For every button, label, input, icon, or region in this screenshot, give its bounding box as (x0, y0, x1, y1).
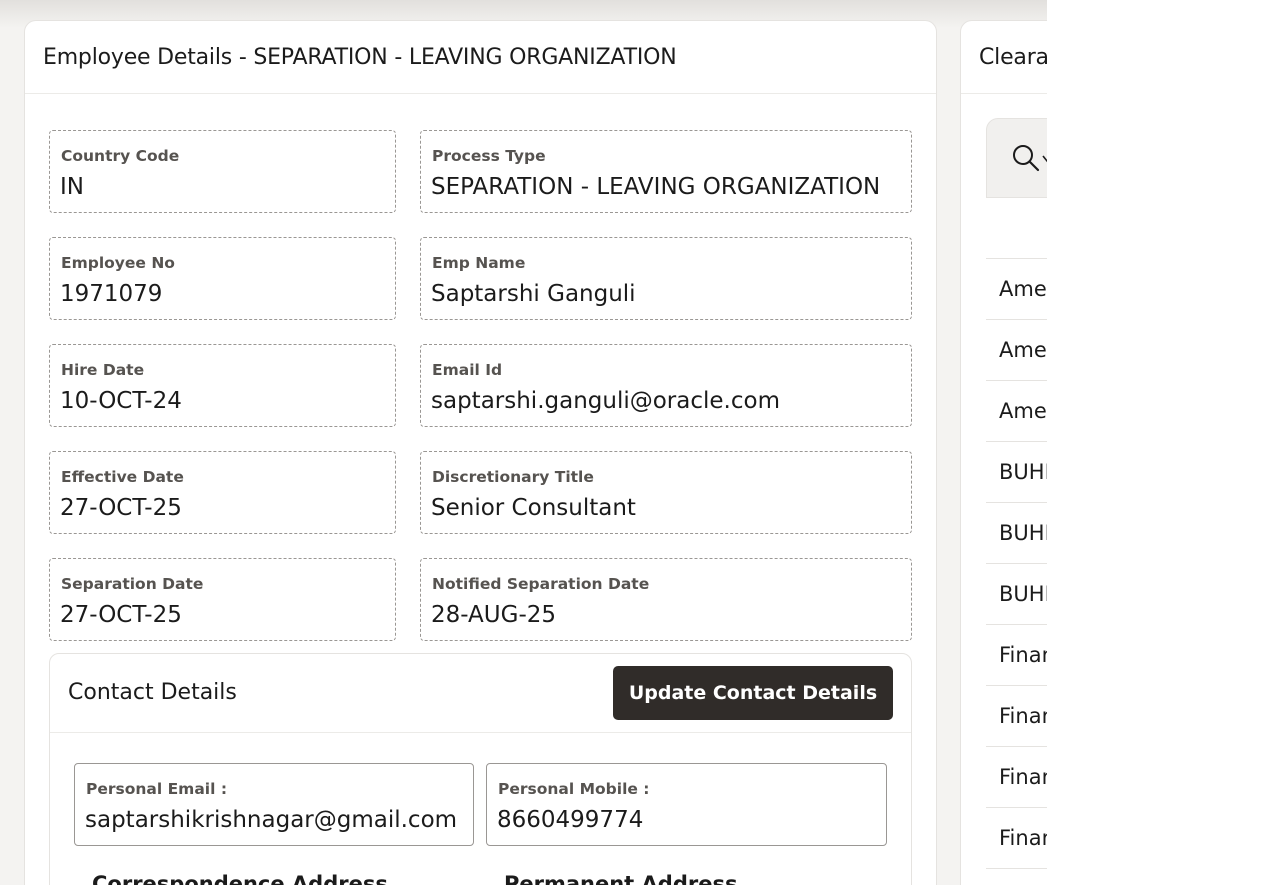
table-row[interactable]: BUHR (986, 503, 1047, 564)
table-row[interactable]: Finance (986, 808, 1047, 869)
hire-date-value: 10-OCT-24 (60, 388, 182, 414)
country-code-value: IN (60, 174, 84, 200)
emp-name-label: Emp Name (432, 254, 526, 272)
separation-date-value: 27-OCT-25 (60, 602, 182, 628)
table-row[interactable]: Finance (986, 747, 1047, 808)
personal-mobile-label: Personal Mobile : (498, 780, 650, 798)
emp-name-field: Emp Name Saptarshi Ganguli (420, 237, 912, 320)
notified-separation-date-value: 28-AUG-25 (431, 602, 557, 628)
process-type-label: Process Type (432, 147, 546, 165)
notified-separation-date-label: Notified Separation Date (432, 575, 650, 593)
personal-email-label: Personal Email : (86, 780, 228, 798)
country-code-field: Country Code IN (49, 130, 396, 213)
personal-email-field[interactable]: Personal Email : saptarshikrishnagar@gma… (74, 763, 474, 846)
employee-no-field: Employee No 1971079 (49, 237, 396, 320)
chevron-down-icon[interactable] (1041, 153, 1047, 165)
separation-date-label: Separation Date (61, 575, 204, 593)
hire-date-label: Hire Date (61, 361, 145, 379)
table-row[interactable]: Amex (986, 259, 1047, 320)
table-row[interactable]: Finance (986, 686, 1047, 747)
email-id-value: saptarshi.ganguli@oracle.com (431, 388, 780, 414)
clearance-title: Clearance (979, 44, 1047, 70)
personal-email-value: saptarshikrishnagar@gmail.com (85, 807, 458, 833)
permanent-address-label: Permanent Address (504, 872, 738, 885)
effective-date-field: Effective Date 27-OCT-25 (49, 451, 396, 534)
clearance-header: Clearance (961, 21, 1047, 94)
employee-no-value: 1971079 (60, 281, 163, 307)
app-viewport: Employee Details - SEPARATION - LEAVING … (0, 0, 1047, 885)
table-row[interactable]: Amex (986, 320, 1047, 381)
personal-mobile-field[interactable]: Personal Mobile : 8660499774 (486, 763, 887, 846)
process-type-field: Process Type SEPARATION - LEAVING ORGANI… (420, 130, 912, 213)
employee-details-header: Employee Details - SEPARATION - LEAVING … (25, 21, 936, 94)
clearance-search-bar[interactable] (986, 118, 1047, 198)
email-id-label: Email Id (432, 361, 503, 379)
clearance-card: Clearance Amex Amex Amex BUHR BUHR BUHR … (960, 20, 1047, 885)
contact-details-title: Contact Details (68, 680, 237, 705)
employee-no-label: Employee No (61, 254, 175, 272)
separation-date-field: Separation Date 27-OCT-25 (49, 558, 396, 641)
discretionary-title-value: Senior Consultant (431, 495, 636, 521)
correspondence-address-label: Correspondence Address (92, 872, 388, 885)
effective-date-value: 27-OCT-25 (60, 495, 182, 521)
hire-date-field: Hire Date 10-OCT-24 (49, 344, 396, 427)
email-id-field: Email Id saptarshi.ganguli@oracle.com (420, 344, 912, 427)
search-icon[interactable] (1011, 143, 1041, 173)
table-row[interactable]: Amex (986, 381, 1047, 442)
emp-name-value: Saptarshi Ganguli (431, 281, 636, 307)
contact-details-header: Contact Details Update Contact Details (50, 654, 911, 733)
update-contact-details-button[interactable]: Update Contact Details (613, 666, 893, 720)
discretionary-title-field: Discretionary Title Senior Consultant (420, 451, 912, 534)
country-code-label: Country Code (61, 147, 180, 165)
table-row[interactable]: Finance (986, 625, 1047, 686)
effective-date-label: Effective Date (61, 468, 184, 486)
table-row[interactable]: BUHR (986, 442, 1047, 503)
personal-mobile-value: 8660499774 (497, 807, 644, 833)
table-row[interactable]: BUHR (986, 564, 1047, 625)
employee-details-title: Employee Details - SEPARATION - LEAVING … (43, 44, 677, 70)
discretionary-title-label: Discretionary Title (432, 468, 594, 486)
clearance-table-header-row (986, 198, 1047, 259)
process-type-value: SEPARATION - LEAVING ORGANIZATION (431, 174, 881, 200)
contact-details-card: Contact Details Update Contact Details P… (49, 653, 912, 885)
notified-separation-date-field: Notified Separation Date 28-AUG-25 (420, 558, 912, 641)
